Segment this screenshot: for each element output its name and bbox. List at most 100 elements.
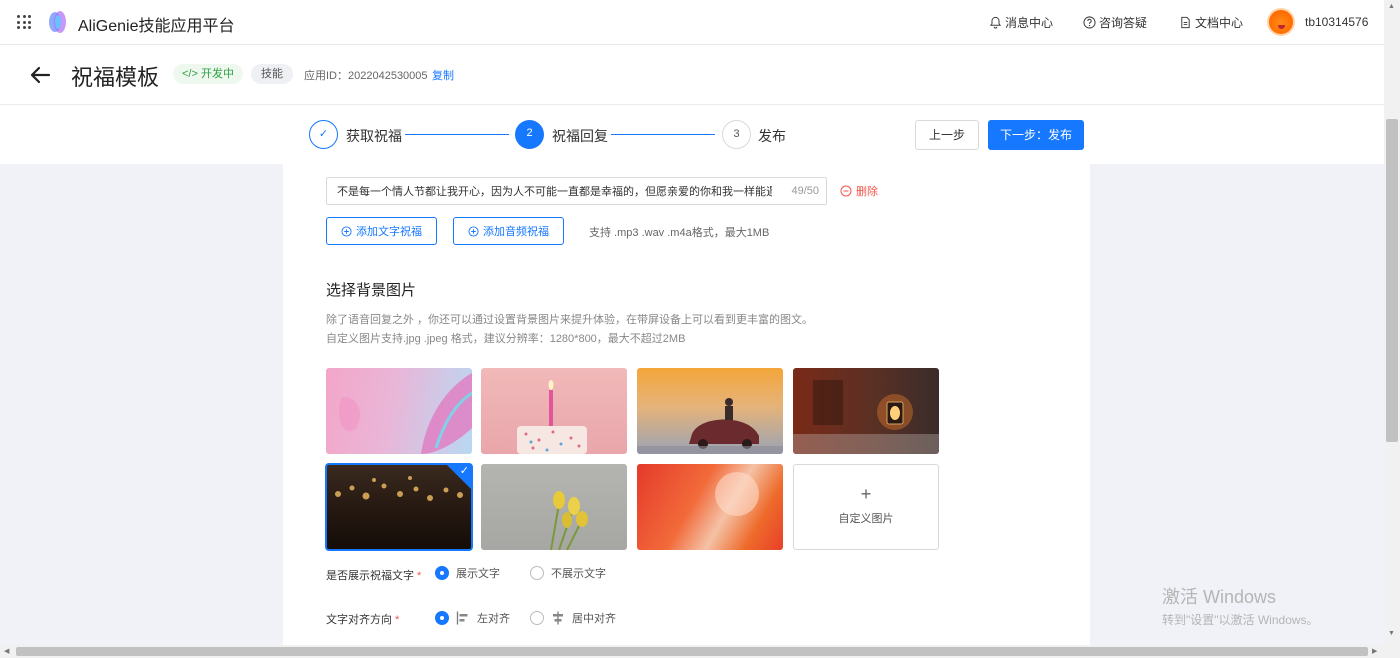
help-circle-icon — [1083, 16, 1096, 29]
status-badge-label: 开发中 — [200, 68, 234, 80]
nav-messages[interactable]: 消息中心 — [989, 14, 1053, 31]
radio-dot — [435, 566, 449, 580]
radio-dot — [435, 611, 449, 625]
add-text-blessing-button[interactable]: 添加文字祝福 — [326, 217, 437, 245]
horizontal-scrollbar[interactable]: ◀ ▶ — [0, 645, 1384, 658]
section-title: 选择背景图片 — [326, 282, 417, 299]
delete-label: 删除 — [856, 186, 878, 198]
show-text-label-text: 是否展示祝福文字 — [326, 570, 414, 582]
status-badge: </> 开发中 — [173, 64, 243, 84]
scroll-right-icon[interactable]: ▶ — [1372, 647, 1377, 655]
step-3-label: 发布 — [758, 128, 786, 144]
plus-circle-icon — [468, 225, 479, 237]
back-arrow-icon[interactable] — [28, 63, 52, 87]
step-2-label: 祝福回复 — [552, 128, 608, 144]
avatar[interactable] — [1267, 8, 1295, 36]
required-mark: * — [417, 570, 422, 582]
section-desc-2: 自定义图片支持.jpg .jpeg 格式，建议分辨率：1280*800，最大不超… — [326, 333, 686, 345]
step-3-circle: 3 — [722, 120, 751, 149]
align-label: 文字对齐方向 * — [326, 611, 399, 627]
steps-bar: ✓ 获取祝福 2 祝福回复 3 发布 上一步 下一步：发布 — [0, 105, 1384, 164]
radio-dot — [530, 611, 544, 625]
lantern-image — [793, 380, 939, 454]
bg-image-option[interactable] — [481, 368, 627, 454]
next-step-button[interactable]: 下一步：发布 — [988, 120, 1084, 150]
radio-align-center-label: 居中对齐 — [572, 613, 616, 625]
radio-dot — [530, 566, 544, 580]
bg-image-option[interactable] — [793, 368, 939, 454]
copy-link[interactable]: 复制 — [432, 67, 454, 83]
plus-icon: + — [860, 484, 872, 504]
step-2-circle: 2 — [515, 120, 544, 149]
check-icon: ✓ — [459, 465, 469, 477]
plus-circle-icon — [341, 225, 352, 237]
blessing-text-field: 49/50 — [326, 177, 827, 205]
align-center-icon — [553, 611, 563, 625]
radio-align-center[interactable]: 居中对齐 — [530, 610, 616, 626]
section-desc-1: 除了语音回复之外 ，你还可以通过设置背景图片来提升体验，在带屏设备上可以看到更丰… — [326, 314, 814, 326]
show-text-label: 是否展示祝福文字 * — [326, 567, 421, 583]
radio-show-text[interactable]: 展示文字 — [435, 565, 500, 581]
birthday-cake-image — [517, 380, 587, 454]
watermark-line-1: 激活 Windows — [1162, 587, 1277, 607]
type-badge: 技能 — [251, 64, 293, 84]
apps-grid-icon[interactable] — [17, 15, 31, 29]
custom-image-label: 自定义图片 — [838, 513, 894, 525]
bg-image-option[interactable] — [637, 368, 783, 454]
content-card: 49/50 删除 添加文字祝福 添加音频祝福 支持 .mp3 .wav .m4a… — [283, 164, 1090, 648]
step-connector — [405, 134, 509, 135]
nav-messages-label: 消息中心 — [1005, 16, 1054, 30]
horizontal-scroll-thumb[interactable] — [16, 647, 1368, 656]
radio-hide-text-label: 不展示文字 — [551, 568, 606, 580]
nav-docs[interactable]: 文档中心 — [1179, 14, 1243, 31]
abstract-gradient-image — [715, 472, 759, 516]
aligenie-logo-icon — [49, 11, 66, 33]
bg-image-option[interactable] — [481, 464, 627, 550]
windows-activation-watermark: 激活 Windows 转到"设置"以激活 Windows。 — [1162, 583, 1319, 628]
prev-step-button[interactable]: 上一步 — [915, 120, 979, 150]
document-icon — [1181, 16, 1190, 29]
align-left-icon — [456, 611, 468, 625]
bg-image-option[interactable] — [326, 368, 472, 454]
nav-faq-label: 咨询答疑 — [1099, 16, 1148, 30]
delete-button[interactable]: 删除 — [840, 183, 878, 199]
nav-faq[interactable]: 咨询答疑 — [1083, 14, 1147, 31]
radio-align-left-label: 左对齐 — [477, 613, 510, 625]
tulips-image — [550, 491, 588, 550]
step-1-label: 获取祝福 — [346, 128, 402, 144]
nav-docs-label: 文档中心 — [1195, 16, 1244, 30]
watermark-line-2: 转到"设置"以激活 Windows。 — [1162, 613, 1319, 627]
bell-icon — [989, 16, 1002, 29]
page-title: 祝福模板 — [71, 65, 160, 90]
code-icon: </> — [182, 68, 198, 80]
vertical-scroll-thumb[interactable] — [1386, 119, 1398, 442]
add-audio-blessing-button[interactable]: 添加音频祝福 — [453, 217, 564, 245]
scroll-left-icon[interactable]: ◀ — [4, 647, 9, 655]
leaf-image — [338, 373, 472, 454]
radio-align-left[interactable]: 左对齐 — [435, 610, 510, 626]
add-audio-label: 添加音频祝福 — [483, 226, 549, 238]
app-id: 应用ID：2022042530005 — [304, 70, 428, 82]
custom-image-upload[interactable]: + 自定义图片 — [793, 464, 939, 550]
format-hint: 支持 .mp3 .wav .m4a格式，最大1MB — [589, 227, 770, 239]
radio-hide-text[interactable]: 不展示文字 — [530, 565, 606, 581]
page-header: 祝福模板 </> 开发中 技能 应用ID：2022042530005 复制 — [0, 45, 1384, 105]
align-label-text: 文字对齐方向 — [326, 614, 392, 626]
vertical-scrollbar[interactable]: ▲ ▼ — [1384, 0, 1400, 658]
minus-circle-icon — [840, 185, 852, 197]
bg-image-option-selected[interactable]: ✓ — [325, 463, 473, 551]
scroll-down-icon[interactable]: ▼ — [1388, 630, 1395, 637]
top-nav: AliGenie技能应用平台 消息中心 咨询答疑 文档中心 tb10314576 — [0, 0, 1384, 45]
bg-image-option[interactable] — [637, 464, 783, 550]
char-count: 49/50 — [791, 185, 819, 197]
app-title: AliGenie技能应用平台 — [78, 18, 235, 35]
required-mark: * — [395, 614, 400, 626]
add-text-label: 添加文字祝福 — [356, 226, 422, 238]
blessing-text-input[interactable] — [327, 178, 782, 204]
car-sunset-image — [637, 398, 783, 454]
username[interactable]: tb10314576 — [1305, 15, 1368, 29]
scroll-up-icon[interactable]: ▲ — [1388, 3, 1395, 10]
step-1-circle: ✓ — [309, 120, 338, 149]
radio-show-text-label: 展示文字 — [456, 568, 500, 580]
step-connector — [611, 134, 715, 135]
